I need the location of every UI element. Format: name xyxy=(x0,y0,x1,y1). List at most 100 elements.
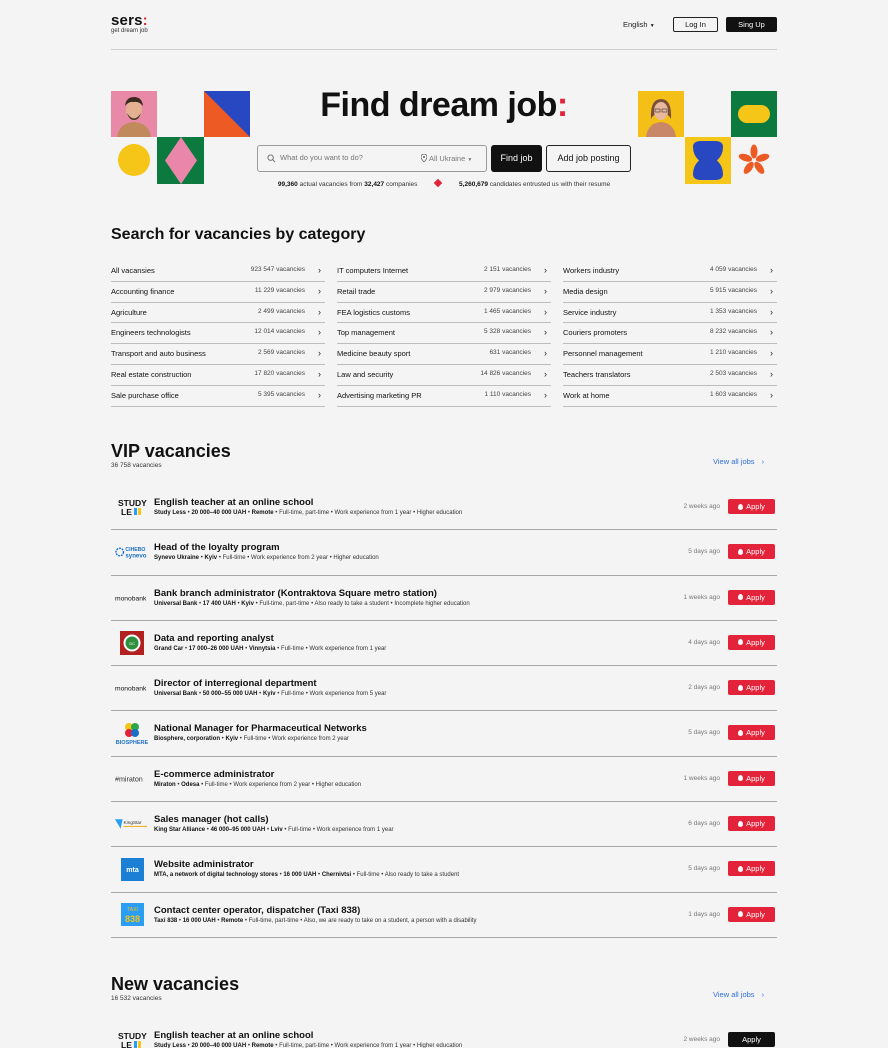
apply-label: Apply xyxy=(746,502,765,511)
category-row[interactable]: Workers industry 4 059 vacancies › xyxy=(563,261,777,282)
apply-button[interactable]: Apply xyxy=(728,725,775,741)
category-row[interactable]: Sale purchase office 5 395 vacancies › xyxy=(111,386,325,407)
category-count: 2 503 vacancies xyxy=(710,369,757,377)
job-location: Lviv xyxy=(270,827,283,834)
job-salary: 46 000–95 000 UAH xyxy=(210,827,266,834)
category-count: 1 465 vacancies xyxy=(484,307,531,315)
apply-button[interactable]: Apply xyxy=(728,544,775,560)
category-row[interactable]: Accounting finance 11 229 vacancies › xyxy=(111,282,325,303)
apply-button[interactable]: Apply xyxy=(728,499,775,514)
category-row[interactable]: Couriers promoters 8 232 vacancies › xyxy=(563,323,777,345)
apply-button[interactable]: Apply xyxy=(728,906,775,922)
location-label: All Ukraine xyxy=(429,154,466,163)
category-row[interactable]: IT computers Internet 2 151 vacancies › xyxy=(337,261,551,282)
category-row[interactable]: Retail trade 2 979 vacancies › xyxy=(337,282,551,303)
category-count: 1 210 vacancies xyxy=(710,349,757,357)
language-selector[interactable]: English ▼ xyxy=(623,20,655,29)
category-row[interactable]: Engineers technologists 12 014 vacancies › xyxy=(111,323,325,345)
category-row[interactable]: Media design 5 915 vacancies › xyxy=(563,282,777,303)
category-row[interactable]: Service industry 1 353 vacancies › xyxy=(563,303,777,324)
category-name: Law and security xyxy=(337,369,394,379)
job-title[interactable]: Bank branch administrator (Kontraktova S… xyxy=(154,588,437,599)
chevron-right-icon: › xyxy=(770,327,773,338)
chevron-right-icon: › xyxy=(318,348,321,359)
job-posted-time: 1 days ago xyxy=(688,910,720,918)
logo-colon: : xyxy=(142,12,148,29)
svg-text:mta: mta xyxy=(126,867,139,874)
job-title[interactable]: Head of the loyalty program xyxy=(154,542,280,553)
category-row[interactable]: Real estate construction 17 820 vacancies… xyxy=(111,365,325,386)
apply-button[interactable]: Apply xyxy=(728,816,775,832)
job-title[interactable]: English teacher at an online school xyxy=(154,497,313,508)
job-title[interactable]: Sales manager (hot calls) xyxy=(154,814,269,825)
flame-icon xyxy=(738,820,744,827)
apply-button[interactable]: Apply xyxy=(728,1032,775,1047)
job-row[interactable]: monobank Bank branch administrator (Kontr… xyxy=(111,576,777,621)
category-row[interactable]: Personnel management 1 210 vacancies › xyxy=(563,344,777,365)
signup-button[interactable]: Sing Up xyxy=(726,17,777,32)
job-row[interactable]: mta Website administrator MTA, a network o… xyxy=(111,847,777,893)
category-row[interactable]: Work at home 1 603 vacancies › xyxy=(563,386,777,407)
apply-button[interactable]: Apply xyxy=(728,861,775,877)
location-select[interactable]: All Ukraine ▼ xyxy=(420,153,472,163)
hero-stats: 99,360 actual vacancies from 32,427 comp… xyxy=(0,178,888,188)
job-row[interactable]: STUDY LE English teacher at an online scho… xyxy=(111,485,777,531)
find-job-button[interactable]: Find job xyxy=(491,145,542,172)
category-row[interactable]: FEA logistics customs 1 465 vacancies › xyxy=(337,303,551,324)
new-job-list: STUDY LE English teacher at an online scho… xyxy=(111,1018,777,1048)
job-row[interactable]: BIOSPHERE National Manager for Pharmaceut… xyxy=(111,711,777,757)
category-row[interactable]: Teachers translators 2 503 vacancies › xyxy=(563,365,777,386)
job-title[interactable]: English teacher at an online school xyxy=(154,1030,313,1041)
job-title[interactable]: Contact center operator, dispatcher (Tax… xyxy=(154,905,360,916)
job-posted-time: 2 weeks ago xyxy=(683,1036,721,1043)
flame-icon xyxy=(738,865,744,872)
job-row[interactable]: monobank Director of interregional depart… xyxy=(111,666,777,712)
flame-icon xyxy=(738,594,744,601)
job-row[interactable]: GC Data and reporting analyst Grand Car • … xyxy=(111,621,777,667)
job-row[interactable]: STUDY LE English teacher at an online scho… xyxy=(111,1018,777,1048)
category-column: IT computers Internet 2 151 vacancies › Ret… xyxy=(337,261,551,407)
search-icon xyxy=(267,154,276,163)
vip-view-all-link[interactable]: View all jobs › xyxy=(713,457,764,466)
company-logo: STUDY LE xyxy=(115,1028,149,1048)
stats-vacancies: 99,360 xyxy=(277,181,298,188)
job-title[interactable]: National Manager for Pharmaceutical Netw… xyxy=(154,723,367,734)
stats-companies: 32,427 xyxy=(364,181,385,188)
category-row[interactable]: Transport and auto business 2 569 vacanci… xyxy=(111,344,325,365)
category-name: Accounting finance xyxy=(111,286,175,296)
company-logo: KingStar xyxy=(115,812,149,836)
job-details: Full-time • Work experience from 1 year xyxy=(280,645,387,652)
job-title[interactable]: Website administrator xyxy=(154,859,254,870)
apply-label: Apply xyxy=(742,1035,761,1044)
new-view-all-link[interactable]: View all jobs › xyxy=(713,990,764,999)
category-row[interactable]: Agriculture 2 499 vacancies › xyxy=(111,303,325,324)
job-meta: Universal Bank • 17 400 UAH • Kyiv • Ful… xyxy=(154,600,470,607)
job-row[interactable]: KingStar Sales manager (hot calls) King St… xyxy=(111,802,777,848)
job-title[interactable]: Data and reporting analyst xyxy=(154,633,274,644)
hero-title-text: Find dream job xyxy=(320,86,557,124)
logo[interactable]: sers: get dream job xyxy=(111,12,148,34)
category-row[interactable]: Medicine beauty sport 631 vacancies › xyxy=(337,344,551,365)
stats-candidates: 5,260,679 xyxy=(459,181,488,188)
apply-button[interactable]: Apply xyxy=(728,680,775,696)
category-row[interactable]: Law and security 14 826 vacancies › xyxy=(337,365,551,386)
job-meta: Study Less • 20 000–40 000 UAH • Remote … xyxy=(154,1043,463,1048)
add-job-posting-button[interactable]: Add job posting xyxy=(546,145,631,172)
login-button[interactable]: Log In xyxy=(673,17,718,32)
category-row[interactable]: All vacansies 923 547 vacancies › xyxy=(111,261,325,282)
job-row[interactable]: СІНЕВО synevo Head of the loyalty program S… xyxy=(111,530,777,576)
job-title[interactable]: E-commerce administrator xyxy=(154,769,274,780)
job-details: Full-time, part-time • Also ready to tak… xyxy=(259,600,470,607)
category-row[interactable]: Advertising marketing PR 1 110 vacancies › xyxy=(337,386,551,407)
category-row[interactable]: Top management 5 328 vacancies › xyxy=(337,323,551,345)
apply-button[interactable]: Apply xyxy=(728,634,775,650)
search-input[interactable] xyxy=(280,153,420,162)
apply-button[interactable]: Apply xyxy=(728,589,775,605)
job-row[interactable]: #miraton E-commerce administrator Miraton … xyxy=(111,757,777,803)
job-row[interactable]: TAXI 838 Contact center operator, dispatch… xyxy=(111,893,777,938)
category-name: Top management xyxy=(337,328,395,338)
category-count: 2 151 vacancies xyxy=(484,266,531,273)
apply-button[interactable]: Apply xyxy=(728,770,775,786)
job-title[interactable]: Director of interregional department xyxy=(154,678,317,689)
category-name: Work at home xyxy=(563,390,610,400)
